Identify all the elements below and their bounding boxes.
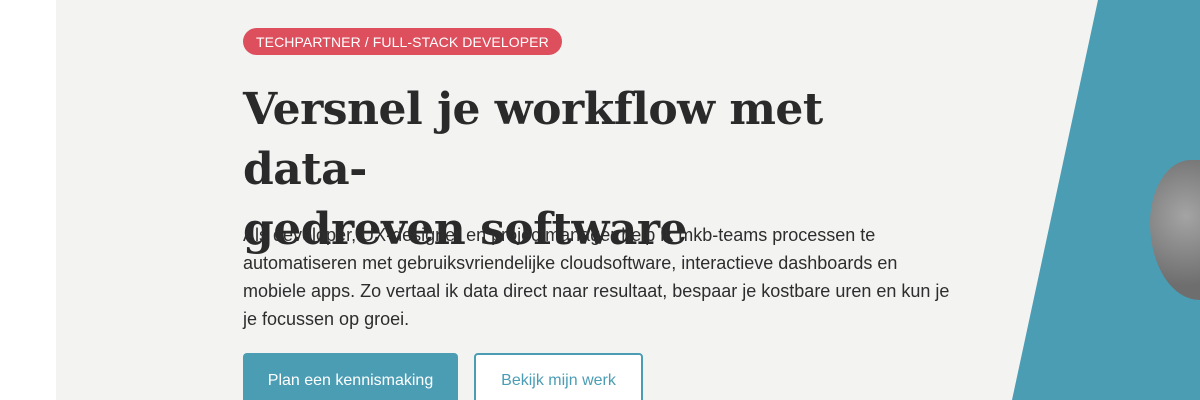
plan-meeting-button[interactable]: Plan een kennismaking bbox=[243, 353, 458, 400]
role-badge: TECHPARTNER / FULL-STACK DEVELOPER bbox=[243, 28, 562, 55]
hero-section: TECHPARTNER / FULL-STACK DEVELOPER Versn… bbox=[0, 0, 1200, 400]
headline-line-1: Versnel je workflow met data- bbox=[243, 84, 823, 195]
hero-intro-text: Als developer, UX-designer en projectman… bbox=[243, 225, 950, 329]
view-work-button[interactable]: Bekijk mijn werk bbox=[474, 353, 643, 400]
